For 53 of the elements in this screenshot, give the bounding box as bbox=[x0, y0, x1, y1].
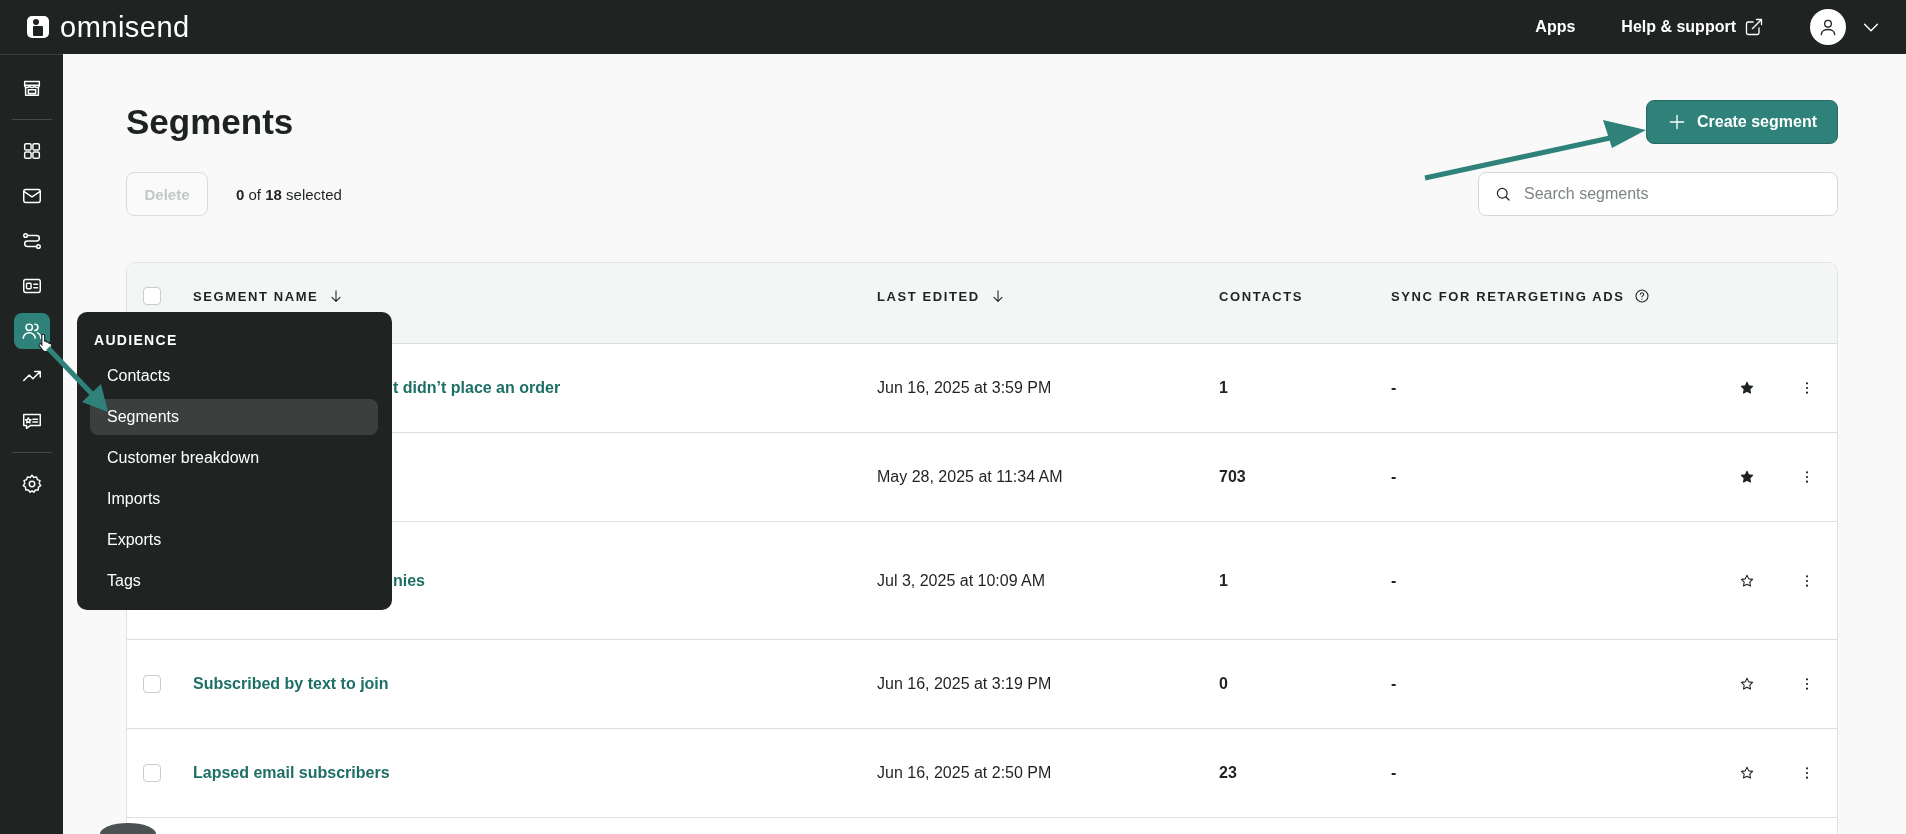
annotation-arrow bbox=[46, 346, 108, 412]
table-cell-text: - bbox=[1391, 675, 1398, 693]
table-cell-text: - bbox=[1391, 468, 1398, 486]
help-link[interactable]: Help & support bbox=[1621, 17, 1764, 37]
checkbox[interactable] bbox=[143, 287, 161, 305]
user-icon bbox=[1818, 17, 1838, 37]
logo-icon bbox=[26, 15, 50, 39]
search-field[interactable]: Search segments bbox=[1478, 172, 1838, 216]
table-cell-text: 1 bbox=[1219, 379, 1229, 397]
column-header[interactable]: SEGMENT NAME bbox=[193, 288, 319, 304]
table-cell-text: 703 bbox=[1219, 468, 1247, 486]
column-header[interactable]: LAST EDITED bbox=[877, 288, 980, 304]
apps-link[interactable]: Apps bbox=[1535, 18, 1576, 36]
star-icon[interactable] bbox=[1739, 676, 1755, 692]
users-icon bbox=[20, 320, 43, 342]
table-cell-text: Jun 16, 2025 at 2:50 PM bbox=[877, 764, 1053, 782]
table-cell-text: May 28, 2025 at 11:34 AM bbox=[877, 468, 1064, 486]
table-cell-text: Jul 3, 2025 at 10:09 AM bbox=[877, 571, 1047, 590]
checkbox[interactable] bbox=[143, 764, 161, 782]
column-header[interactable]: SYNC FOR RETARGETING ADS bbox=[1391, 288, 1625, 304]
table-cell-text: - bbox=[1391, 571, 1398, 590]
settings-icon bbox=[20, 473, 43, 495]
segment-name-link[interactable]: Lapsed email subscribers bbox=[193, 764, 390, 781]
star-icon[interactable] bbox=[1739, 572, 1755, 589]
table-cell-text: Jun 16, 2025 at 3:19 PM bbox=[877, 675, 1053, 693]
help-icon[interactable] bbox=[1634, 288, 1651, 304]
star-filled-icon[interactable] bbox=[1739, 380, 1755, 396]
checkbox[interactable] bbox=[143, 675, 161, 693]
table-cell-text: 23 bbox=[1219, 764, 1238, 782]
table-cell-text: 0 bbox=[1219, 675, 1229, 693]
page-title: Segments bbox=[126, 102, 294, 142]
table-cell-text: - bbox=[1391, 379, 1398, 397]
menu-item[interactable]: Segments bbox=[90, 399, 378, 435]
star-filled-icon[interactable] bbox=[1739, 469, 1755, 485]
column-header[interactable]: CONTACTS bbox=[1219, 288, 1304, 304]
star-icon[interactable] bbox=[1739, 765, 1755, 781]
table-cell-text: Jun 16, 2025 at 3:59 PM bbox=[877, 379, 1053, 397]
menu-item[interactable]: Imports bbox=[90, 481, 378, 517]
segment-name-link[interactable]: Subscribed by text to join bbox=[193, 675, 389, 692]
avatar-button[interactable] bbox=[1810, 9, 1846, 45]
menu-item[interactable]: Tags bbox=[90, 563, 378, 599]
logo-text[interactable]: omnisend bbox=[60, 10, 190, 44]
menu-item[interactable]: Exports bbox=[90, 522, 378, 558]
floating-button[interactable] bbox=[100, 823, 156, 834]
menu-item[interactable]: Customer breakdown bbox=[90, 440, 378, 476]
flow-icon bbox=[20, 230, 43, 252]
menu-item[interactable]: Contacts bbox=[90, 358, 378, 394]
external-link-icon bbox=[1744, 17, 1764, 37]
table-cell-text: - bbox=[1391, 764, 1398, 782]
table-cell-text: 1 bbox=[1219, 571, 1229, 590]
menu-heading: AUDIENCE bbox=[93, 332, 179, 348]
selection-count: 0 of 18 selected bbox=[236, 185, 342, 203]
search-icon bbox=[1494, 185, 1512, 203]
